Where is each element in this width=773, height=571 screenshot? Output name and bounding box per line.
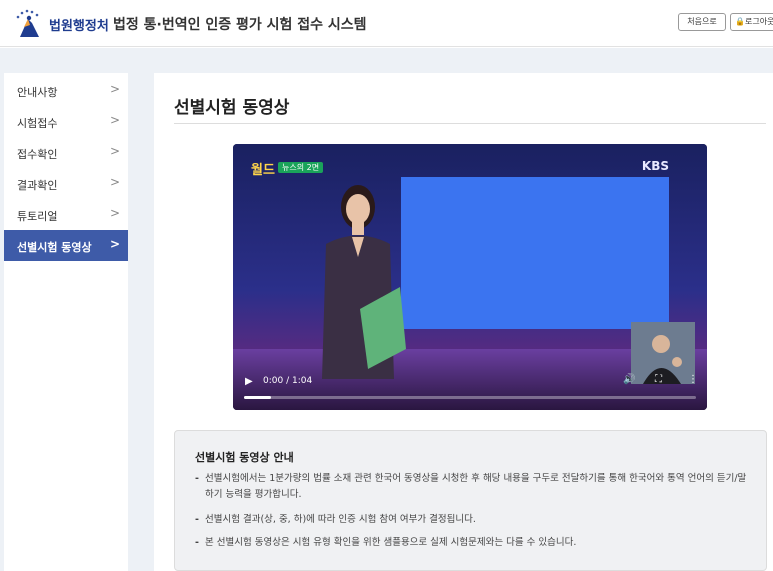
info-bullet-text: 본 선별시험 동영상은 시험 유형 확인을 위한 샘플용으로 실제 시험문제와는… bbox=[205, 537, 577, 548]
chevron-right-icon: > bbox=[109, 206, 120, 220]
sidebar-item-check-application[interactable]: 접수확인 > bbox=[4, 137, 128, 168]
sidebar-item-screening-video[interactable]: 선별시험 동영상 > bbox=[4, 230, 128, 261]
sidebar-item-label: 시험접수 bbox=[17, 117, 58, 130]
fullscreen-icon[interactable]: ⛶ bbox=[655, 374, 662, 385]
play-icon[interactable]: ▶ bbox=[245, 376, 253, 387]
sidebar-item-label: 접수확인 bbox=[17, 148, 58, 161]
chevron-right-icon: > bbox=[109, 175, 120, 189]
title-divider bbox=[174, 123, 766, 124]
channel-logo: KBS bbox=[641, 159, 669, 173]
system-title: 법정 통·번역인 인증 평가 시험 접수 시스템 bbox=[113, 17, 367, 33]
video-progress-bar[interactable] bbox=[244, 396, 696, 399]
bullet-dash: - bbox=[195, 514, 199, 525]
news-badge: 뉴스의 2면 bbox=[278, 162, 324, 173]
sidebar-item-label: 튜토리얼 bbox=[17, 210, 58, 223]
chevron-right-icon: > bbox=[109, 113, 120, 127]
sidebar-item-results[interactable]: 결과확인 > bbox=[4, 168, 128, 199]
logout-label: 로그아웃 bbox=[744, 17, 773, 26]
bullet-dash: - bbox=[195, 537, 199, 548]
more-options-icon[interactable]: ⋮ bbox=[688, 374, 698, 385]
info-bullet: - 본 선별시험 동영상은 시험 유형 확인을 위한 샘플용으로 실제 시험문제… bbox=[195, 535, 755, 551]
sidebar-item-label: 결과확인 bbox=[17, 179, 58, 192]
chevron-right-icon: > bbox=[109, 144, 120, 158]
court-logo-icon[interactable] bbox=[12, 9, 46, 39]
program-logo: 월드 bbox=[251, 163, 275, 178]
sidebar-item-label: 안내사항 bbox=[17, 86, 58, 99]
chevron-right-icon: > bbox=[109, 82, 120, 96]
volume-icon[interactable]: 🔊 bbox=[623, 374, 635, 385]
sidebar-item-tutorial[interactable]: 튜토리얼 > bbox=[4, 199, 128, 230]
video-player[interactable]: 월드 뉴스의 2면 KBS ▶ 0:00 / 1:04 🔊 ⛶ ⋮ bbox=[233, 144, 707, 410]
sidebar-item-label: 선별시험 동영상 bbox=[17, 241, 92, 254]
sidebar-nav: 안내사항 > 시험접수 > 접수확인 > 결과확인 > 튜토리얼 > 선별시험 … bbox=[4, 73, 128, 571]
info-box: 선별시험 동영상 안내 - 선별시험에서는 1분가량의 법률 소재 관련 한국어… bbox=[174, 430, 767, 571]
org-name[interactable]: 법원행정처 bbox=[49, 15, 109, 34]
info-bullet-text: 선별시험에서는 1분가량의 법률 소재 관련 한국어 동영상을 시청한 후 해당… bbox=[205, 473, 747, 500]
lock-icon: 🔒 bbox=[735, 17, 745, 26]
page-title: 선별시험 동영상 bbox=[174, 98, 290, 118]
logout-button[interactable]: 🔒로그아웃 bbox=[730, 13, 773, 31]
chevron-right-icon: > bbox=[109, 237, 120, 251]
studio-screen bbox=[401, 177, 669, 329]
info-bullet: - 선별시험 결과(상, 중, 하)에 따라 인증 시험 참여 여부가 결정됩니… bbox=[195, 512, 755, 528]
bullet-dash: - bbox=[195, 473, 199, 484]
video-controls: ▶ 0:00 / 1:04 🔊 ⛶ ⋮ bbox=[233, 368, 707, 410]
sidebar-item-apply[interactable]: 시험접수 > bbox=[4, 106, 128, 137]
home-button[interactable]: 처음으로 bbox=[678, 13, 726, 31]
site-header: 법원행정처 법정 통·번역인 인증 평가 시험 접수 시스템 처음으로 🔒로그아… bbox=[0, 0, 773, 47]
sidebar-item-notice[interactable]: 안내사항 > bbox=[4, 75, 128, 106]
video-time: 0:00 / 1:04 bbox=[263, 376, 313, 386]
main-content: 선별시험 동영상 월드 뉴스의 2면 KBS ▶ 0:00 / 1:04 🔊 ⛶ bbox=[154, 73, 773, 571]
info-bullet-text: 선별시험 결과(상, 중, 하)에 따라 인증 시험 참여 여부가 결정됩니다. bbox=[205, 514, 476, 525]
info-title: 선별시험 동영상 안내 bbox=[195, 451, 294, 464]
video-progress-fill bbox=[244, 396, 272, 399]
news-anchor-figure bbox=[322, 185, 406, 379]
info-bullet: - 선별시험에서는 1분가량의 법률 소재 관련 한국어 동영상을 시청한 후 … bbox=[195, 471, 755, 503]
